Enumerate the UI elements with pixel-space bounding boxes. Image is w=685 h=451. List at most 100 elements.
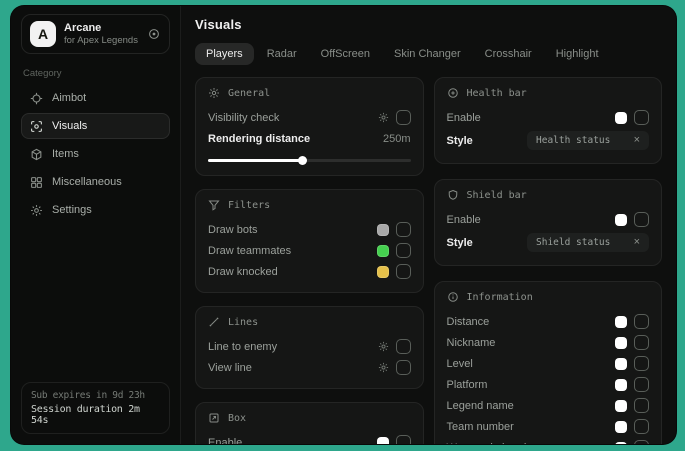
row-gear-icon[interactable]	[378, 362, 389, 373]
sidebar-item-items[interactable]: Items	[21, 141, 170, 167]
row-gear-icon[interactable]	[378, 341, 389, 352]
sidebar-item-miscellaneous[interactable]: Miscellaneous	[21, 169, 170, 195]
tab-offscreen[interactable]: OffScreen	[310, 43, 381, 65]
page-title: Visuals	[195, 17, 662, 32]
color-swatch[interactable]	[615, 442, 627, 445]
setting-row-distance: Distance	[447, 311, 650, 332]
sidebar-item-label: Visuals	[52, 120, 87, 132]
line-to-enemy-checkbox[interactable]	[396, 339, 411, 354]
color-swatch[interactable]	[615, 358, 627, 370]
subscription-info: Sub expires in 9d 23h Session duration 2…	[21, 382, 170, 434]
color-swatch[interactable]	[377, 224, 389, 236]
card-header: Information	[447, 291, 650, 303]
setting-label: Style	[447, 237, 473, 249]
level-checkbox[interactable]	[634, 356, 649, 371]
card-header: General	[208, 87, 411, 99]
color-swatch[interactable]	[377, 266, 389, 278]
card-title: Shield bar	[467, 190, 527, 201]
crosshair-icon	[30, 92, 43, 105]
sidebar-item-visuals[interactable]: Visuals	[21, 113, 170, 139]
visibility-check-checkbox[interactable]	[396, 110, 411, 125]
setting-row-nickname: Nickname	[447, 332, 650, 353]
setting-label: Level	[447, 358, 473, 370]
sidebar-item-label: Settings	[52, 204, 92, 216]
funnel-icon	[208, 199, 220, 211]
setting-row-platform: Platform	[447, 374, 650, 395]
filters-card: Filters Draw bots Draw teammates	[195, 189, 424, 293]
sidebar-item-label: Miscellaneous	[52, 176, 122, 188]
card-title: Information	[467, 292, 533, 303]
shield-icon	[447, 189, 459, 201]
legend-name-checkbox[interactable]	[634, 398, 649, 413]
health-style-select[interactable]: Health status ×	[527, 131, 649, 150]
tab-highlight[interactable]: Highlight	[545, 43, 610, 65]
setting-row-draw-bots: Draw bots	[208, 219, 411, 240]
tab-radar[interactable]: Radar	[256, 43, 308, 65]
row-gear-icon[interactable]	[378, 112, 389, 123]
tab-bar: Players Radar OffScreen Skin Changer Cro…	[195, 43, 662, 65]
setting-row-health-enable: Enable	[447, 107, 650, 128]
color-swatch[interactable]	[615, 337, 627, 349]
card-header: Filters	[208, 199, 411, 211]
box-card: Box Enable Enable background	[195, 402, 424, 444]
color-swatch[interactable]	[615, 112, 627, 124]
color-swatch[interactable]	[377, 245, 389, 257]
draw-bots-checkbox[interactable]	[396, 222, 411, 237]
card-title: Health bar	[467, 88, 527, 99]
weapon-in-hands-checkbox[interactable]	[634, 440, 649, 444]
card-title: Box	[228, 413, 246, 424]
sidebar-item-aimbot[interactable]: Aimbot	[21, 85, 170, 111]
setting-label: Style	[447, 135, 473, 147]
color-swatch[interactable]	[615, 379, 627, 391]
setting-row-legend-name: Legend name	[447, 395, 650, 416]
tab-players[interactable]: Players	[195, 43, 254, 65]
card-columns: General Visibility check	[195, 77, 662, 444]
setting-label: Legend name	[447, 400, 514, 412]
draw-knocked-checkbox[interactable]	[396, 264, 411, 279]
info-icon	[447, 291, 459, 303]
setting-row-weapon-in-hands: Weapon in hands	[447, 437, 650, 444]
slider-value: 250m	[383, 133, 411, 145]
view-line-checkbox[interactable]	[396, 360, 411, 375]
health-enable-checkbox[interactable]	[634, 110, 649, 125]
target-icon[interactable]	[147, 27, 161, 41]
setting-row-line-to-enemy: Line to enemy	[208, 336, 411, 357]
setting-row-draw-knocked: Draw knocked	[208, 261, 411, 282]
shield-enable-checkbox[interactable]	[634, 212, 649, 227]
color-swatch[interactable]	[377, 437, 389, 445]
sub-expires-text: Sub expires in 9d 23h	[31, 390, 160, 401]
clear-icon[interactable]: ×	[634, 237, 640, 248]
setting-row-team-number: Team number	[447, 416, 650, 437]
color-swatch[interactable]	[615, 400, 627, 412]
color-swatch[interactable]	[615, 316, 627, 328]
box-enable-checkbox[interactable]	[396, 435, 411, 444]
gear-icon	[30, 204, 43, 217]
logo-card: A Arcane for Apex Legends	[21, 14, 170, 54]
shield-style-select[interactable]: Shield status ×	[527, 233, 649, 252]
color-swatch[interactable]	[615, 421, 627, 433]
tab-skin-changer[interactable]: Skin Changer	[383, 43, 472, 65]
setting-label: Nickname	[447, 337, 496, 349]
gear-icon	[208, 87, 220, 99]
health-bar-card: Health bar Enable Style Health status	[434, 77, 663, 164]
setting-row-level: Level	[447, 353, 650, 374]
rendering-distance-slider[interactable]	[208, 155, 411, 165]
card-header: Lines	[208, 316, 411, 328]
platform-checkbox[interactable]	[634, 377, 649, 392]
slider-thumb[interactable]	[298, 156, 307, 165]
clear-icon[interactable]: ×	[634, 135, 640, 146]
app-window: A Arcane for Apex Legends Category Aimbo…	[10, 5, 677, 445]
color-swatch[interactable]	[615, 214, 627, 226]
setting-label: Distance	[447, 316, 490, 328]
general-card: General Visibility check	[195, 77, 424, 176]
selected-option: Shield status	[536, 237, 610, 248]
draw-teammates-checkbox[interactable]	[396, 243, 411, 258]
distance-checkbox[interactable]	[634, 314, 649, 329]
setting-row-view-line: View line	[208, 357, 411, 378]
sidebar-item-settings[interactable]: Settings	[21, 197, 170, 223]
nickname-checkbox[interactable]	[634, 335, 649, 350]
tab-crosshair[interactable]: Crosshair	[474, 43, 543, 65]
team-number-checkbox[interactable]	[634, 419, 649, 434]
right-column: Health bar Enable Style Health status	[434, 77, 663, 444]
setting-label: View line	[208, 362, 252, 374]
